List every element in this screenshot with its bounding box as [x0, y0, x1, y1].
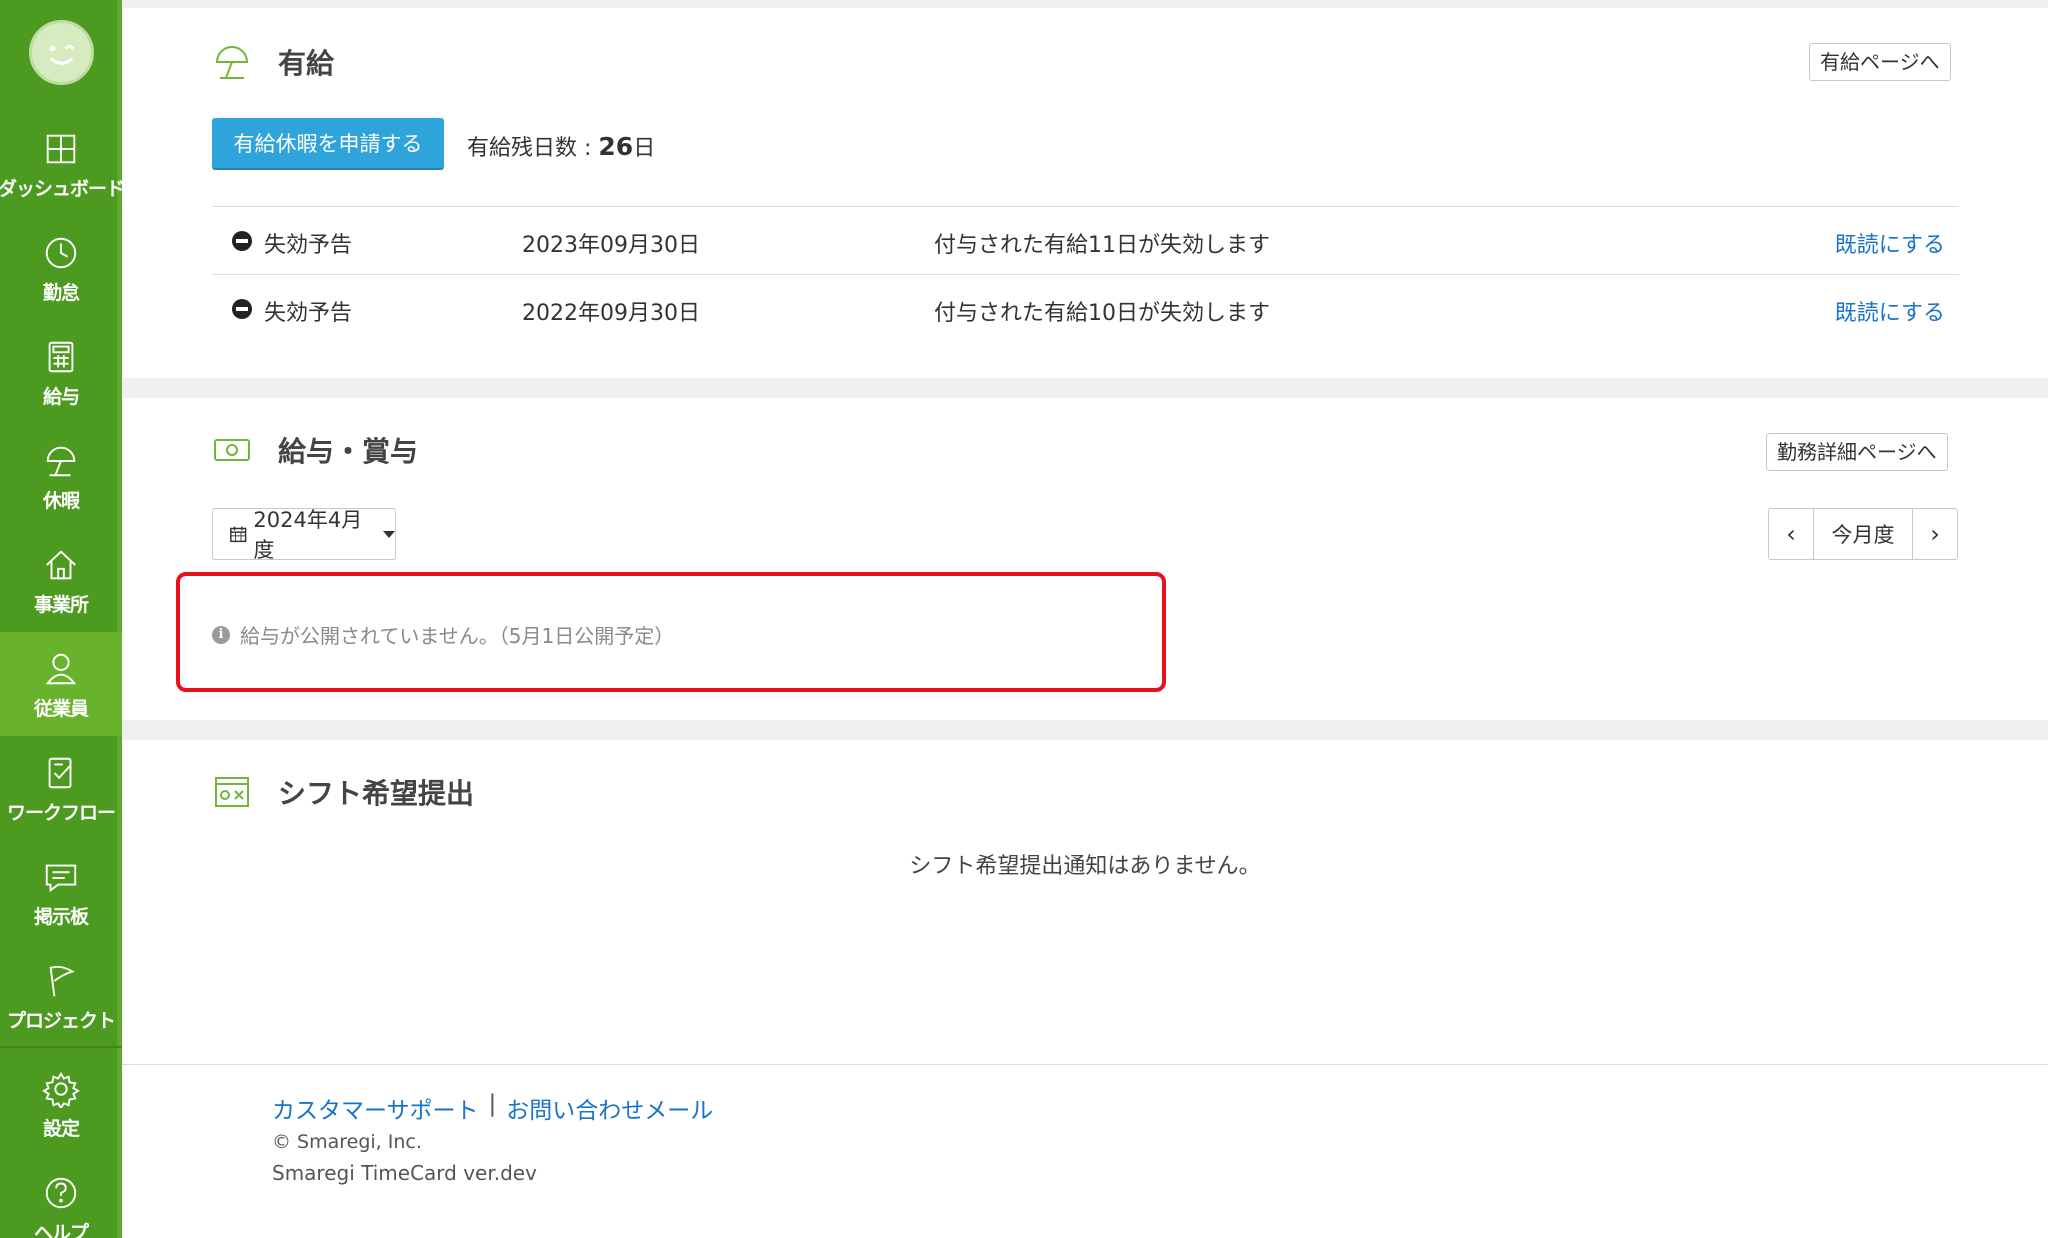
- sidebar-item-label: プロジェクト: [6, 1010, 116, 1032]
- calculator-icon: [42, 338, 80, 376]
- sidebar-item-label: 休暇: [42, 490, 80, 512]
- footer-version: Smaregi TimeCard ver.dev: [272, 1161, 537, 1185]
- sidebar-item-workflow[interactable]: ワークフロー: [0, 736, 122, 840]
- section-title: シフト希望提出: [212, 772, 474, 812]
- contact-link[interactable]: お問い合わせメール: [506, 1091, 713, 1125]
- sidebar: ダッシュボード 勤怠 給与 休暇 事業所 従業員 ワークフロー 掲示板 プロジェ…: [0, 0, 125, 1238]
- shift-calendar-icon: [212, 772, 252, 812]
- leave-notice-list: 失効予告 2023年09月30日 付与された有給11日が失効します 既読にする …: [212, 206, 1959, 342]
- caret-down-icon: [383, 530, 395, 538]
- paid-leave-panel: 有給 有給ページへ 有給休暇を申請する 有給残日数 : 26日 失効予告 202…: [122, 8, 2048, 378]
- support-link[interactable]: カスタマーサポート: [272, 1091, 479, 1125]
- sidebar-item-label: ワークフロー: [6, 802, 116, 824]
- notice-date: 2023年09月30日: [522, 233, 700, 258]
- shift-request-panel: シフト希望提出 シフト希望提出通知はありません。: [122, 740, 2048, 1064]
- salary-notice-text: 給与が公開されていません。（5月1日公開予定）: [240, 624, 675, 648]
- section-title-text: 給与・賞与: [278, 435, 419, 468]
- list-item: 失効予告 2022年09月30日 付与された有給10日が失効します 既読にする: [212, 274, 1959, 342]
- footer-links: カスタマーサポート | お問い合わせメール: [272, 1091, 713, 1125]
- notice-type: 失効予告: [264, 301, 353, 326]
- sidebar-item-help[interactable]: ヘルプ: [0, 1156, 122, 1238]
- sidebar-item-leave[interactable]: 休暇: [0, 424, 122, 528]
- info-icon: i: [212, 625, 230, 644]
- sidebar-item-label: 設定: [42, 1118, 80, 1140]
- sidebar-item-salary[interactable]: 給与: [0, 320, 122, 424]
- smile-icon: [49, 45, 75, 65]
- sidebar-item-label: 掲示板: [33, 906, 89, 928]
- list-item: 失効予告 2023年09月30日 付与された有給11日が失効します 既読にする: [212, 206, 1959, 274]
- sidebar-item-label: 事業所: [33, 594, 89, 616]
- current-month-button[interactable]: 今月度: [1813, 509, 1913, 559]
- section-title: 有給: [212, 42, 334, 82]
- leave-remaining-value: 26: [598, 132, 634, 161]
- salary-notice: i 給与が公開されていません。（5月1日公開予定）: [212, 620, 674, 649]
- leave-page-button[interactable]: 有給ページへ: [1809, 43, 1951, 81]
- dashboard-icon: [42, 130, 80, 168]
- salary-panel: 給与・賞与 勤務詳細ページへ 2024年4月度 ‹ 今月度 › i 給与が公開さ…: [122, 398, 2048, 720]
- message-icon: [42, 858, 80, 896]
- month-select[interactable]: 2024年4月度: [212, 508, 396, 562]
- sidebar-item-dashboard[interactable]: ダッシュボード: [0, 112, 125, 216]
- sidebar-item-label: ヘルプ: [33, 1222, 89, 1238]
- home-icon: [42, 546, 80, 584]
- leave-remaining-label: 有給残日数 :: [467, 136, 599, 161]
- clock-icon: [42, 234, 80, 272]
- sidebar-divider: [0, 1046, 122, 1048]
- flag-icon: [42, 962, 80, 1000]
- work-detail-page-button[interactable]: 勤務詳細ページへ: [1766, 433, 1948, 471]
- calendar-icon: [230, 526, 247, 543]
- leave-remaining-unit: 日: [633, 136, 656, 161]
- month-select-value: 2024年4月度: [253, 508, 363, 562]
- money-icon: [212, 430, 252, 470]
- help-icon: [42, 1174, 80, 1212]
- sidebar-item-office[interactable]: 事業所: [0, 528, 122, 632]
- sidebar-item-label: 従業員: [33, 698, 89, 720]
- shift-empty-message: シフト希望提出通知はありません。: [909, 854, 1261, 879]
- sidebar-item-label: 勤怠: [42, 282, 80, 304]
- umbrella-icon: [42, 442, 80, 480]
- section-title-text: 有給: [278, 47, 335, 80]
- footer-copyright: © Smaregi, Inc.: [272, 1131, 422, 1153]
- notice-type: 失効予告: [264, 233, 353, 258]
- minus-circle-icon: [232, 299, 252, 319]
- mark-read-link[interactable]: 既読にする: [1835, 295, 1945, 327]
- gear-icon: [42, 1070, 80, 1110]
- checklist-icon: [42, 754, 80, 792]
- sidebar-item-board[interactable]: 掲示板: [0, 840, 122, 944]
- umbrella-icon: [212, 42, 252, 82]
- footer-separator: |: [488, 1091, 497, 1117]
- user-icon: [42, 650, 80, 688]
- section-title-text: シフト希望提出: [278, 777, 475, 810]
- notice-message: 付与された有給10日が失効します: [934, 301, 1270, 326]
- sidebar-item-label: ダッシュボード: [0, 178, 125, 200]
- mark-read-link[interactable]: 既読にする: [1835, 227, 1945, 259]
- prev-month-button[interactable]: ‹: [1769, 509, 1813, 559]
- next-month-button[interactable]: ›: [1913, 509, 1957, 559]
- sidebar-item-label: 給与: [42, 386, 80, 408]
- sidebar-item-settings[interactable]: 設定: [0, 1052, 122, 1156]
- minus-circle-icon: [232, 231, 252, 251]
- sidebar-item-attendance[interactable]: 勤怠: [0, 216, 122, 320]
- apply-leave-button[interactable]: 有給休暇を申請する: [212, 118, 444, 168]
- main-content: 有給 有給ページへ 有給休暇を申請する 有給残日数 : 26日 失効予告 202…: [122, 0, 2048, 1238]
- notice-date: 2022年09月30日: [522, 301, 700, 326]
- sidebar-item-employees[interactable]: 従業員: [0, 632, 122, 736]
- avatar[interactable]: [29, 20, 94, 85]
- leave-remaining: 有給残日数 : 26日: [467, 130, 655, 162]
- footer: カスタマーサポート | お問い合わせメール © Smaregi, Inc. Sm…: [122, 1064, 2048, 1238]
- section-title: 給与・賞与: [212, 430, 418, 470]
- sidebar-item-project[interactable]: プロジェクト: [0, 944, 122, 1048]
- month-pager: ‹ 今月度 ›: [1768, 508, 1958, 560]
- notice-message: 付与された有給11日が失効します: [934, 233, 1270, 258]
